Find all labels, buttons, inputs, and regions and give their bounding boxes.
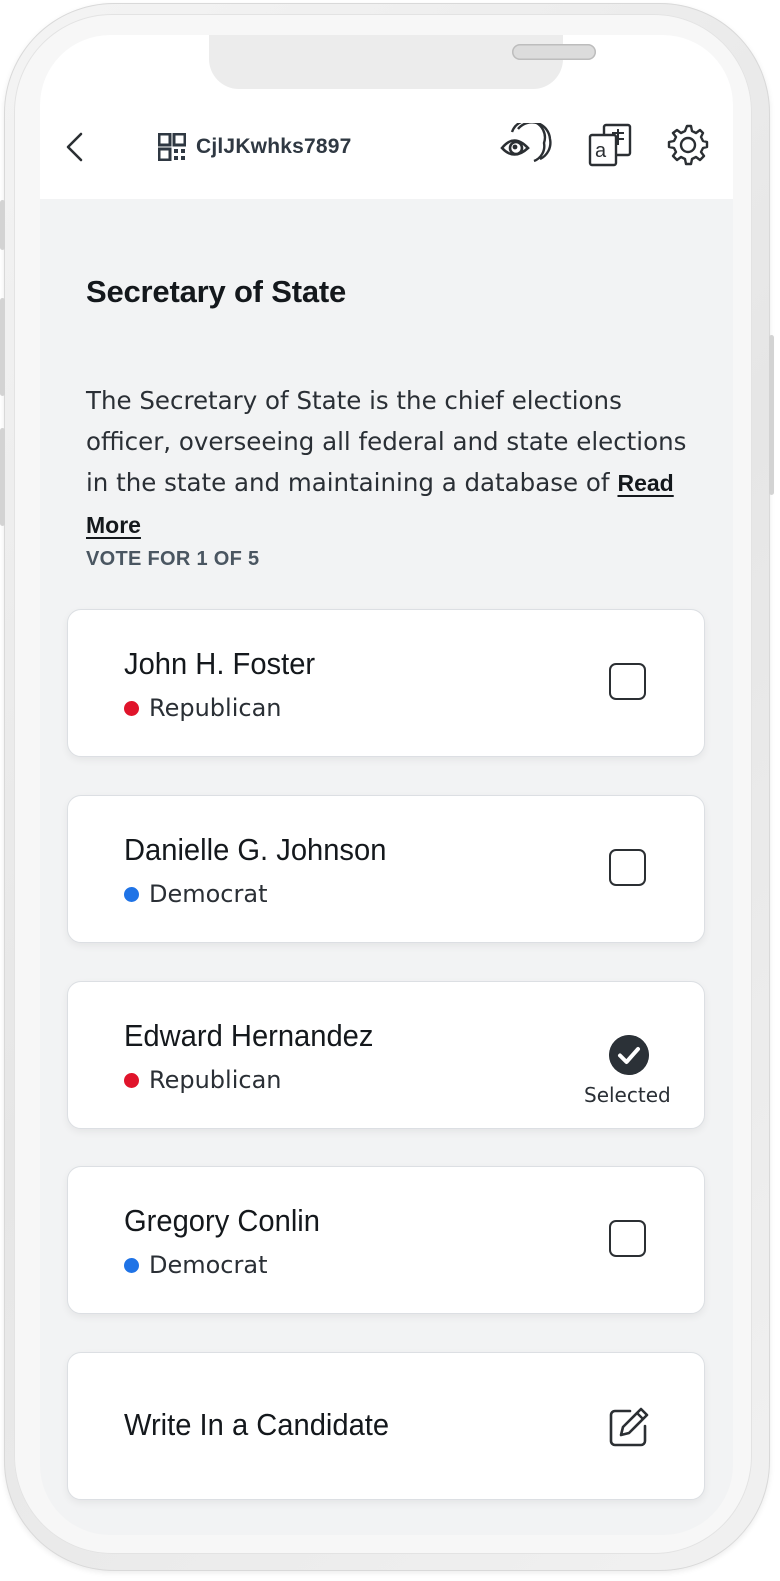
write-in-label: Write In a Candidate bbox=[124, 1407, 390, 1442]
ballot-id-text: CjlJKwhks7897 bbox=[196, 135, 352, 158]
party-label: Republican bbox=[149, 694, 282, 722]
contest-title: Secretary of State bbox=[86, 274, 347, 309]
power-button bbox=[769, 335, 774, 495]
select-checkbox[interactable] bbox=[609, 849, 646, 886]
selected-label: Selected bbox=[584, 1083, 671, 1107]
candidate-name: Gregory Conlin bbox=[124, 1203, 320, 1238]
visibility-icon[interactable] bbox=[500, 123, 554, 167]
speaker-grille bbox=[512, 44, 596, 60]
app-screen: CjlJKwhks7897 a Secretary of State The S… bbox=[40, 35, 733, 1535]
candidate-card[interactable]: John H. Foster Republican bbox=[67, 609, 705, 757]
volume-down-button bbox=[0, 428, 5, 526]
contest-description: The Secretary of State is the chief elec… bbox=[86, 380, 706, 546]
party-label: Democrat bbox=[149, 1251, 268, 1279]
edit-icon[interactable] bbox=[608, 1406, 650, 1448]
candidate-card[interactable]: Danielle G. Johnson Democrat bbox=[67, 795, 705, 943]
notch bbox=[209, 35, 596, 89]
mute-switch bbox=[0, 200, 5, 250]
description-text: The Secretary of State is the chief elec… bbox=[86, 386, 687, 497]
candidate-party: Democrat bbox=[124, 1251, 268, 1279]
select-checkbox[interactable] bbox=[609, 663, 646, 700]
party-label: Democrat bbox=[149, 880, 268, 908]
ballot-id: CjlJKwhks7897 bbox=[158, 133, 352, 161]
volume-up-button bbox=[0, 298, 5, 396]
candidate-name: Edward Hernandez bbox=[124, 1018, 374, 1053]
vote-instruction: VOTE FOR 1 OF 5 bbox=[86, 548, 260, 570]
translate-icon[interactable]: a bbox=[588, 123, 634, 167]
write-in-card[interactable]: Write In a Candidate bbox=[67, 1352, 705, 1500]
chevron-left-icon[interactable] bbox=[62, 131, 86, 163]
svg-text:a: a bbox=[595, 140, 607, 162]
candidate-party: Republican bbox=[124, 1066, 282, 1094]
select-checkbox[interactable] bbox=[609, 1220, 646, 1257]
candidate-party: Democrat bbox=[124, 880, 268, 908]
candidate-card[interactable]: Gregory Conlin Democrat bbox=[67, 1166, 705, 1314]
candidate-name: Danielle G. Johnson bbox=[124, 832, 387, 867]
party-dot-icon bbox=[124, 1072, 139, 1088]
party-dot-icon bbox=[124, 700, 139, 716]
candidate-card[interactable]: Edward Hernandez Republican Selected bbox=[67, 981, 705, 1129]
party-dot-icon bbox=[124, 1257, 139, 1273]
check-circle-icon[interactable] bbox=[609, 1035, 649, 1075]
gear-icon[interactable] bbox=[665, 123, 709, 167]
party-dot-icon bbox=[124, 886, 139, 902]
candidate-party: Republican bbox=[124, 694, 282, 722]
qr-code-icon bbox=[158, 133, 186, 161]
candidate-name: John H. Foster bbox=[124, 646, 316, 681]
party-label: Republican bbox=[149, 1066, 282, 1094]
